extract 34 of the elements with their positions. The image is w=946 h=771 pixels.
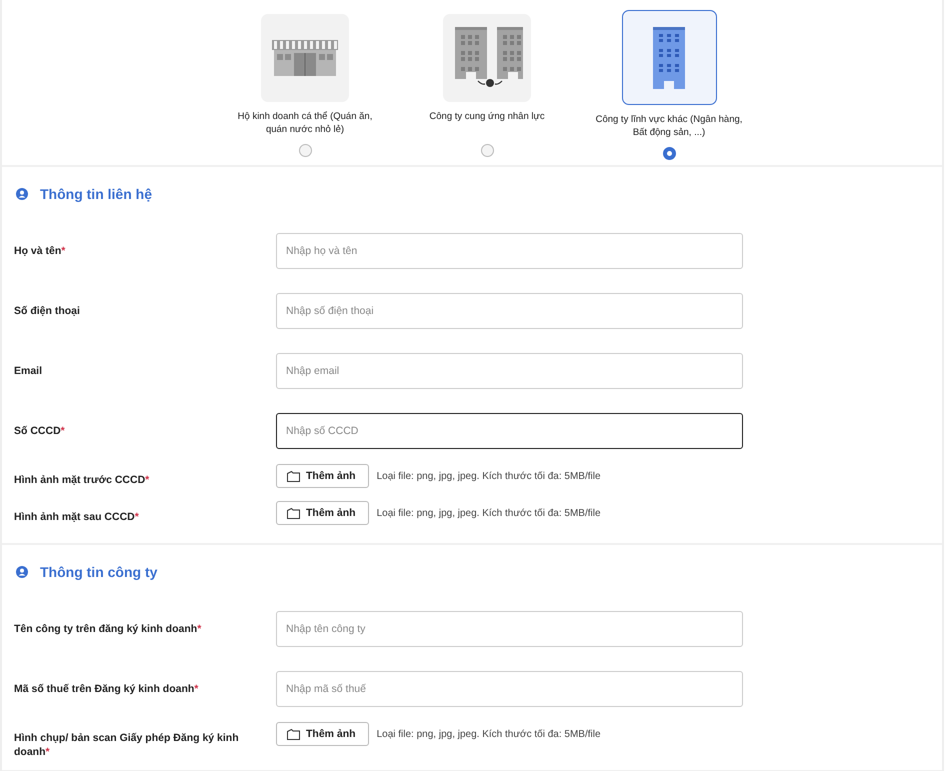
option-card[interactable] [261,14,349,102]
shop-drawing [272,40,338,76]
field-label: Số CCCD* [14,424,66,438]
folder-icon [287,470,300,482]
add-image-button[interactable]: Thêm ảnh [276,722,369,746]
option-label: Công ty cung ứng nhân lực [429,110,545,124]
option-label: Hộ kinh doanh cá thể (Quán ăn, quán nước nhỏ lẻ) [236,110,374,137]
radio-button[interactable] [298,144,312,157]
field-label: Họ và tên* [14,244,66,258]
radio-button[interactable] [662,147,676,160]
add-image-button[interactable]: Thêm ảnh [276,501,369,525]
folder-icon [287,508,300,518]
field-label: Hình ảnh mặt sau CCCD* [14,510,140,524]
field-label: Tên công ty trên đăng ký kinh doanh* [14,622,202,636]
folder-icon [287,728,300,740]
user-icon [16,566,28,578]
field-label: Hình chụp/ bản scan Giấy phép Đăng ký kinh doanh* [14,731,240,759]
option-card[interactable] [622,10,716,105]
office-building-drawing [653,26,685,88]
field-label: Email [14,364,44,378]
option-label: Công ty lĩnh vực khác (Ngân hàng, Bất động sản, ...) [595,113,743,140]
field-label: Mã số thuế trên Đăng ký kinh doanh* [14,682,200,696]
input-field[interactable]: Nhập số CCCD [276,413,743,449]
radio-button[interactable] [480,144,494,157]
add-image-button[interactable]: Thêm ảnh [276,464,369,488]
field-label: Hình ảnh mặt trước CCCD* [14,473,150,487]
file-hint: Loại file: png, jpg, jpeg. Kích thước tối đa: 5MB/file [376,728,601,740]
option-card[interactable] [443,14,531,102]
file-hint: Loại file: png, jpg, jpeg. Kích thước tối đa: 5MB/file [376,470,601,482]
section-title: Thông tin công ty [40,564,158,580]
field-label: Số điện thoại [14,304,81,318]
user-icon [16,188,28,200]
section-title: Thông tin liên hệ [40,186,152,202]
file-hint: Loại file: png, jpg, jpeg. Kích thước tối đa: 5MB/file [376,508,601,518]
